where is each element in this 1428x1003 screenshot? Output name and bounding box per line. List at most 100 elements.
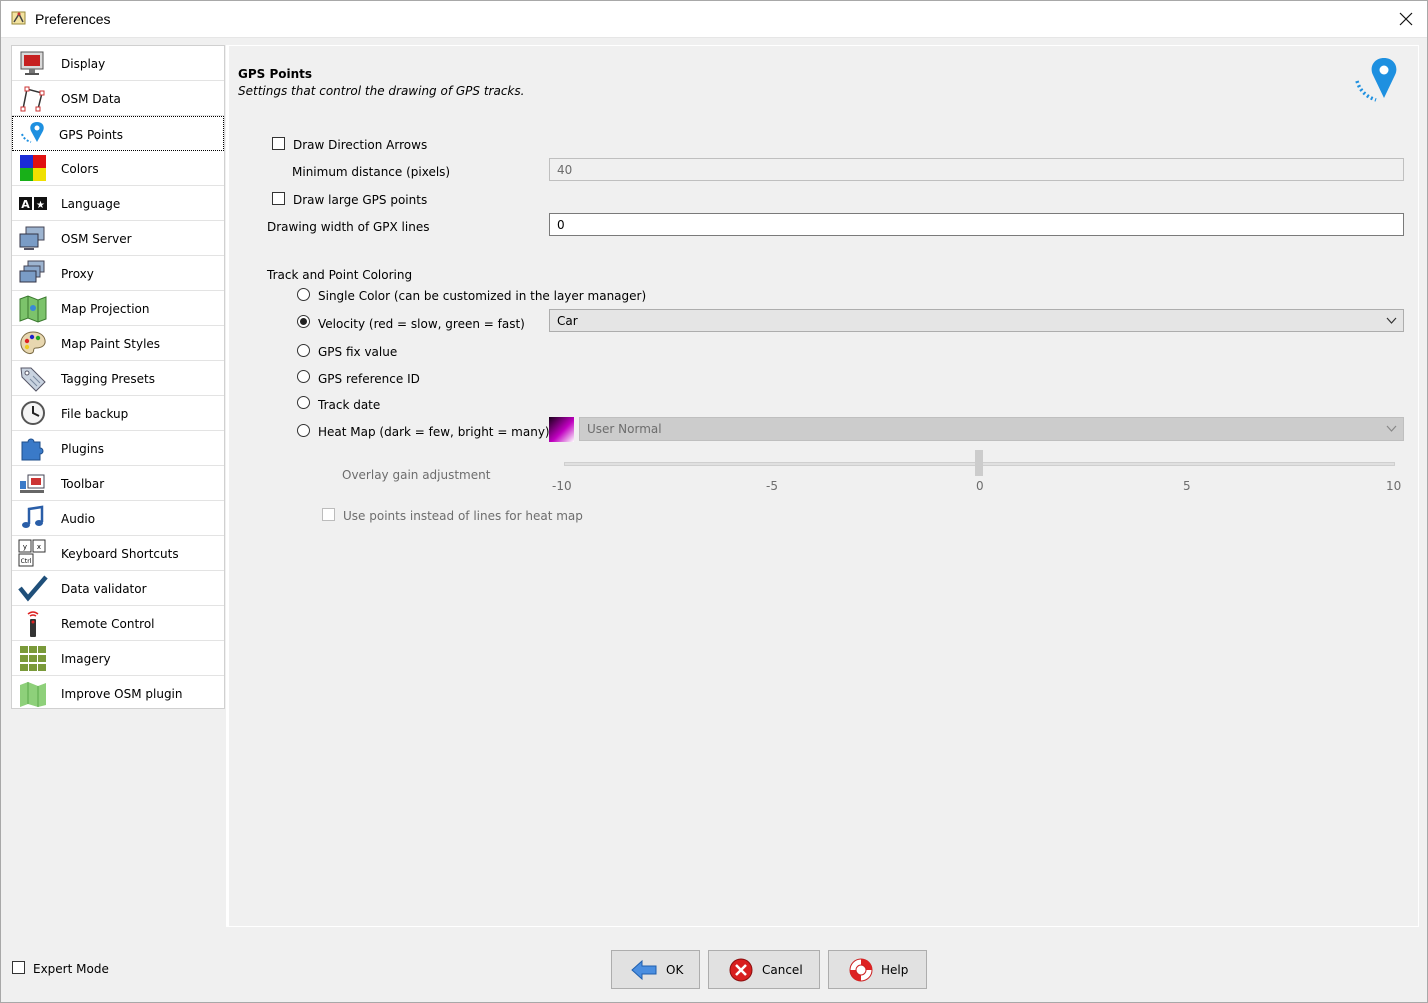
- osm-data-icon: [20, 86, 45, 112]
- sidebar-item-label: File backup: [61, 407, 129, 421]
- gps-fix-value-radio[interactable]: [297, 344, 310, 357]
- min-distance-field[interactable]: 40: [549, 158, 1404, 181]
- svg-text:x: x: [37, 543, 41, 551]
- checkmark-icon: [18, 575, 48, 602]
- imagery-grid-icon: [19, 645, 47, 672]
- gpx-line-width-label: Drawing width of GPX lines: [267, 220, 430, 234]
- svg-text:y: y: [23, 543, 27, 551]
- language-icon: A ★: [19, 197, 47, 211]
- track-date-radio[interactable]: [297, 396, 310, 409]
- sidebar-item-label: Proxy: [61, 267, 94, 281]
- cancel-icon: [729, 958, 753, 982]
- palette-icon: [20, 331, 46, 354]
- sidebar-item-colors[interactable]: Colors: [12, 151, 224, 186]
- ok-button[interactable]: OK: [611, 950, 700, 989]
- expert-mode-checkbox[interactable]: [12, 961, 25, 974]
- draw-direction-arrows-checkbox[interactable]: [272, 137, 285, 150]
- sidebar-item-label: Tagging Presets: [61, 372, 155, 386]
- heatmap-color-swatch: [549, 417, 574, 442]
- gps-pin-icon: [1355, 58, 1397, 102]
- min-distance-label: Minimum distance (pixels): [292, 165, 451, 179]
- window-title: Preferences: [35, 11, 111, 27]
- map-projection-icon: [19, 295, 47, 323]
- sidebar-item-toolbar[interactable]: Toolbar: [12, 466, 224, 501]
- velocity-select[interactable]: Car: [549, 309, 1404, 332]
- sidebar-item-label: Display: [61, 57, 106, 71]
- toolbar-icon: [20, 474, 45, 493]
- sidebar-item-label: GPS Points: [59, 128, 124, 142]
- velocity-label: Velocity (red = slow, green = fast): [318, 317, 525, 331]
- gps-reference-id-radio[interactable]: [297, 370, 310, 383]
- cancel-button[interactable]: Cancel: [708, 950, 820, 989]
- gps-pin-icon: [21, 122, 44, 143]
- sidebar-item-osm-server[interactable]: OSM Server: [12, 221, 224, 256]
- heatmap-style-value: User Normal: [587, 422, 662, 436]
- sidebar-item-label: Map Paint Styles: [61, 337, 161, 351]
- sidebar-item-data-validator[interactable]: Data validator: [12, 571, 224, 606]
- velocity-radio[interactable]: [297, 315, 310, 328]
- heat-map-radio[interactable]: [297, 424, 310, 437]
- svg-text:Ctrl: Ctrl: [21, 558, 32, 565]
- sidebar-item-label: Colors: [61, 162, 99, 176]
- sidebar-item-imagery[interactable]: Imagery: [12, 641, 224, 676]
- sidebar-item-label: Toolbar: [61, 477, 105, 491]
- sidebar-item-improve-osm-plugin[interactable]: Improve OSM plugin: [12, 676, 224, 711]
- sidebar-item-label: Data validator: [61, 582, 147, 596]
- sidebar-item-tagging-presets[interactable]: Tagging Presets: [12, 361, 224, 396]
- sidebar-item-file-backup[interactable]: File backup: [12, 396, 224, 431]
- sidebar-item-display[interactable]: Display: [12, 46, 224, 81]
- sidebar-item-keyboard-shortcuts[interactable]: y x Ctrl Keyboard Shortcuts: [12, 536, 224, 571]
- sidebar-item-osm-data[interactable]: OSM Data: [12, 81, 224, 116]
- ok-arrow-icon: [631, 959, 657, 981]
- svg-text:A: A: [21, 198, 30, 211]
- chevron-down-icon: [1386, 425, 1397, 432]
- sidebar-item-gps-points[interactable]: GPS Points: [12, 116, 224, 151]
- sidebar-item-label: Map Projection: [61, 302, 150, 316]
- colors-icon: [20, 155, 46, 181]
- improve-osm-icon: [20, 682, 46, 707]
- help-button[interactable]: Help: [828, 950, 927, 989]
- chevron-down-icon: [1386, 317, 1397, 324]
- draw-large-gps-points-label: Draw large GPS points: [293, 193, 428, 207]
- slider-tick-label: 0: [976, 479, 984, 493]
- draw-large-gps-points-checkbox[interactable]: [272, 192, 285, 205]
- overlay-gain-slider-thumb[interactable]: [975, 450, 983, 476]
- heatmap-points-checkbox[interactable]: [322, 508, 335, 521]
- title-bar: Preferences: [0, 0, 1428, 38]
- velocity-select-value: Car: [557, 314, 578, 328]
- sidebar-item-label: Improve OSM plugin: [61, 687, 183, 701]
- sidebar-item-label: Plugins: [61, 442, 104, 456]
- single-color-label: Single Color (can be customized in the l…: [318, 289, 647, 303]
- heatmap-points-label: Use points instead of lines for heat map: [343, 509, 583, 523]
- sidebar-item-language[interactable]: A ★ Language: [12, 186, 224, 221]
- ok-button-label: OK: [666, 963, 684, 977]
- sidebar-item-label: Remote Control: [61, 617, 155, 631]
- panel-title: GPS Points: [238, 67, 313, 81]
- proxy-icon: [19, 260, 45, 283]
- svg-text:★: ★: [36, 200, 45, 211]
- sidebar-item-label: OSM Server: [61, 232, 132, 246]
- single-color-radio[interactable]: [297, 288, 310, 301]
- panel-subtitle: Settings that control the drawing of GPS…: [238, 84, 525, 98]
- gps-fix-value-label: GPS fix value: [318, 345, 398, 359]
- sidebar-item-map-paint-styles[interactable]: Map Paint Styles: [12, 326, 224, 361]
- app-logo-icon: [11, 11, 26, 25]
- keyboard-icon: y x Ctrl: [18, 539, 46, 567]
- sidebar-item-remote-control[interactable]: Remote Control: [12, 606, 224, 641]
- close-button[interactable]: [1386, 2, 1426, 36]
- sidebar-item-proxy[interactable]: Proxy: [12, 256, 224, 291]
- cancel-button-label: Cancel: [762, 963, 803, 977]
- sidebar-item-audio[interactable]: Audio: [12, 501, 224, 536]
- gpx-line-width-field[interactable]: 0: [549, 213, 1404, 236]
- slider-tick-label: -10: [552, 479, 572, 493]
- osm-server-icon: [19, 226, 45, 250]
- sidebar-item-map-projection[interactable]: Map Projection: [12, 291, 224, 326]
- slider-tick-label: 10: [1386, 479, 1402, 493]
- close-icon: [1399, 12, 1413, 26]
- sidebar-item-label: Imagery: [61, 652, 111, 666]
- help-button-label: Help: [881, 963, 909, 977]
- gps-reference-id-label: GPS reference ID: [318, 372, 420, 386]
- sidebar-item-plugins[interactable]: Plugins: [12, 431, 224, 466]
- heatmap-style-select[interactable]: User Normal: [579, 417, 1404, 441]
- puzzle-icon: [21, 438, 44, 461]
